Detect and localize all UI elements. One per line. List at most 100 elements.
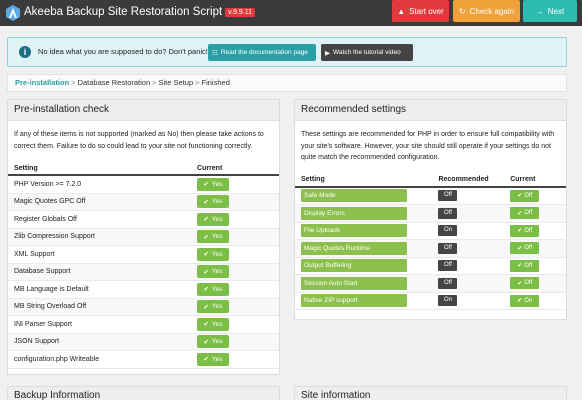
current-cell: ✔ Yes — [197, 317, 267, 331]
recommended-badge: On — [438, 295, 458, 307]
table-row: MB String Overload Off ✔ Yes — [8, 298, 279, 316]
table-row: Session Auto Start Off ✔ Off — [295, 275, 566, 293]
check-again-button[interactable]: ↻ Check again — [453, 0, 520, 22]
check-icon: ✔ — [517, 280, 523, 287]
status-badge: ✔ Yes — [197, 317, 229, 331]
recommended-table-header: Setting Recommended Current — [295, 174, 566, 188]
current-badge: ✔ On — [510, 294, 540, 307]
recommended-cell: Off — [438, 242, 510, 254]
status-badge: ✔ Yes — [197, 247, 229, 261]
current-cell: ✔ Yes — [197, 352, 267, 366]
setting-name: PHP Version >= 7.2.0 — [14, 180, 82, 188]
current-cell: ✔ Yes — [197, 247, 267, 261]
status-label: Yes — [211, 180, 223, 188]
check-icon: ✔ — [517, 193, 523, 200]
setting-cell: Magic Quotes Runtime — [301, 241, 438, 255]
status-label: Yes — [211, 320, 223, 328]
breadcrumb-step-database: Database Restoration — [77, 78, 151, 87]
current-cell: ✔ Yes — [197, 230, 267, 244]
status-badge: ✔ Yes — [197, 195, 229, 209]
akeeba-logo-icon — [6, 5, 20, 21]
preinstall-table-header: Setting Current — [8, 162, 279, 176]
setting-cell: Session Auto Start — [301, 276, 438, 290]
arrow-right-icon: → — [535, 6, 544, 16]
table-row: JSON Support ✔ Yes — [8, 333, 279, 351]
current-cell: ✔ Off — [510, 207, 560, 220]
setting-cell: Display Errors — [301, 206, 438, 220]
table-row: Database Support ✔ Yes — [8, 263, 279, 281]
check-icon: ✔ — [203, 216, 209, 224]
setting-name: Magic Quotes Runtime — [301, 241, 407, 255]
recommended-table: Safe Mode Off ✔ Off Display Errors Off ✔ Off Fil… — [295, 188, 566, 310]
current-cell: ✔ Off — [510, 277, 560, 290]
help-callout: i No idea what you are supposed to do? D… — [7, 37, 567, 67]
current-label: Off — [524, 245, 533, 252]
refresh-icon: ↻ — [458, 6, 466, 16]
breadcrumb-step-site-setup: Site Setup — [158, 78, 194, 87]
current-cell: ✔ Yes — [197, 265, 267, 279]
status-label: Yes — [211, 250, 223, 258]
status-label: Yes — [211, 215, 223, 223]
breadcrumb-step-preinstallation: Pre-installation — [15, 78, 70, 87]
current-cell: ✔ On — [510, 294, 560, 307]
setting-cell: Native ZIP support — [301, 294, 438, 308]
current-cell: ✔ Yes — [197, 300, 267, 314]
next-button[interactable]: → Next — [523, 0, 577, 22]
setting-name: Display Errors — [301, 206, 407, 220]
app-title: Akeeba Backup Site Restoration Script v.9… — [24, 6, 256, 18]
setting-name: MB String Overload Off — [14, 303, 87, 311]
check-icon: ✔ — [517, 210, 523, 217]
flame-icon: ▲ — [397, 6, 406, 16]
check-icon: ✔ — [517, 228, 523, 235]
check-icon: ✔ — [517, 298, 523, 305]
table-row: MB Language is Default ✔ Yes — [8, 281, 279, 299]
check-icon: ✔ — [517, 245, 523, 252]
setting-name: Session Auto Start — [301, 276, 407, 290]
current-cell: ✔ Off — [510, 242, 560, 255]
setting-name: Zlib Compression Support — [14, 233, 95, 241]
recommended-description: These settings are recommended for PHP i… — [301, 131, 555, 161]
status-label: Yes — [211, 268, 223, 276]
table-row: configuration.php Writeable ✔ Yes — [8, 351, 279, 369]
recommended-cell: On — [438, 225, 510, 237]
check-icon: ✔ — [203, 181, 209, 189]
start-over-button[interactable]: ▲ Start over — [392, 0, 449, 22]
tutorial-video-button[interactable]: ▶ Watch the tutorial video — [321, 44, 413, 61]
status-badge: ✔ Yes — [197, 300, 229, 314]
status-label: Yes — [211, 338, 223, 346]
setting-cell: File Uploads — [301, 224, 438, 238]
recommended-title: Recommended settings — [295, 100, 566, 121]
current-cell: ✔ Yes — [197, 335, 267, 349]
documentation-button[interactable]: ☷ Read the documentation page — [208, 44, 316, 61]
recommended-badge: Off — [438, 277, 458, 289]
status-label: Yes — [211, 198, 223, 206]
current-label: Off — [524, 210, 533, 217]
recommended-badge: Off — [438, 190, 458, 202]
setting-cell: Safe Mode — [301, 189, 438, 203]
table-row: INI Parser Support ✔ Yes — [8, 316, 279, 334]
current-badge: ✔ Off — [510, 207, 540, 220]
recommended-badge: On — [438, 225, 458, 237]
version-badge: v.9.9.11 — [225, 8, 256, 17]
recommended-badge: Off — [438, 207, 458, 219]
setting-name: Safe Mode — [301, 189, 407, 203]
setting-name: Native ZIP support — [301, 294, 407, 308]
setting-name: MB Language is Default — [14, 285, 89, 293]
check-icon: ✔ — [203, 233, 209, 241]
setting-name: Output Buffering — [301, 259, 407, 273]
current-badge: ✔ Off — [510, 277, 540, 290]
recommended-badge: Off — [438, 242, 458, 254]
preinstall-description: If any of these items is not supported (… — [14, 131, 264, 150]
current-cell: ✔ Off — [510, 224, 560, 237]
setting-name: Register Globals Off — [14, 215, 77, 223]
current-cell: ✔ Yes — [197, 177, 267, 191]
current-badge: ✔ Off — [510, 242, 540, 255]
status-badge: ✔ Yes — [197, 177, 229, 191]
backup-information-title: Backup Information — [7, 386, 280, 400]
status-badge: ✔ Yes — [197, 282, 229, 296]
current-cell: ✔ Off — [510, 189, 560, 202]
top-bar: Akeeba Backup Site Restoration Script v.9… — [0, 0, 582, 26]
recommended-panel: Recommended settings These settings are … — [294, 99, 567, 320]
recommended-cell: On — [438, 295, 510, 307]
table-row: Magic Quotes Runtime Off ✔ Off — [295, 240, 566, 258]
